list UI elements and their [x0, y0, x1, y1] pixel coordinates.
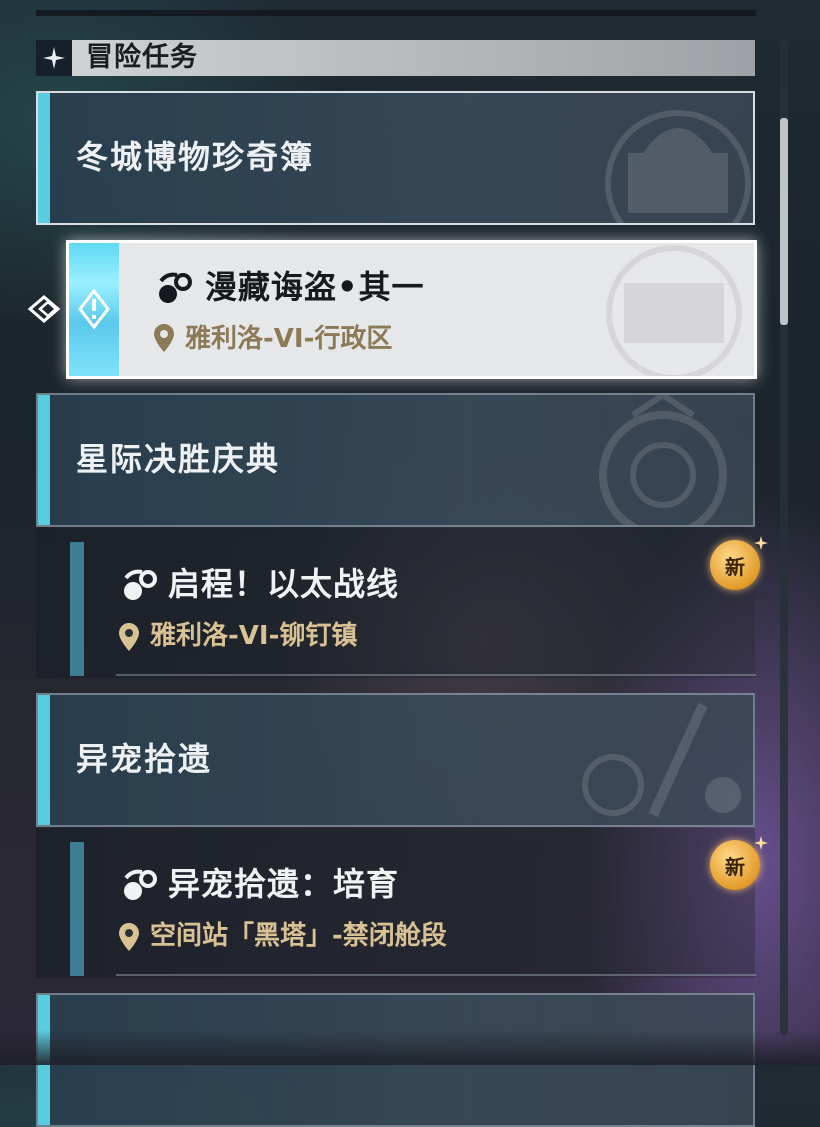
sparkle-icon [754, 836, 768, 850]
festival-emblem-icon [599, 395, 727, 525]
quest-item-selected[interactable]: 漫藏诲盗•其一 雅利洛-VI-行政区 [66, 240, 757, 379]
quest-item[interactable]: 启程！以太战线 雅利洛-VI-铆钉镇 新 [36, 528, 768, 678]
new-badge: 新 [710, 540, 760, 590]
quest-item[interactable]: 异宠拾遗：培育 空间站「黑塔」-禁闭舱段 新 [36, 828, 768, 978]
museum-emblem-icon [605, 110, 751, 223]
category-accent-bar [38, 395, 50, 525]
quest-location: 雅利洛-VI-行政区 [185, 324, 393, 354]
quest-status-strip [69, 243, 119, 376]
category-title: 冬城博物珍奇簿 [76, 138, 315, 176]
category-title: 星际决胜庆典 [76, 440, 281, 478]
location-pin-icon [154, 324, 174, 352]
category-title: 异宠拾遗 [76, 740, 213, 778]
sparkle-icon [754, 536, 768, 550]
adventure-quest-icon [124, 569, 157, 600]
quest-title: 异宠拾遗：培育 [168, 865, 400, 903]
quest-title: 漫藏诲盗•其一 [205, 268, 425, 306]
quest-underline [116, 674, 756, 676]
top-divider [36, 10, 756, 16]
quest-location: 雅利洛-VI-铆钉镇 [150, 621, 358, 651]
new-badge: 新 [710, 840, 760, 890]
quest-marker-icon [78, 288, 110, 330]
category-interstellar-festival[interactable]: 星际决胜庆典 [36, 393, 755, 527]
quest-accent-bar [70, 542, 84, 676]
location-pin-icon [119, 623, 139, 651]
quest-location: 空间站「黑塔」-禁闭舱段 [150, 921, 447, 951]
pet-emblem-icon [582, 702, 741, 818]
quest-title: 启程！以太战线 [168, 565, 400, 603]
adventure-quest-icon [159, 272, 192, 303]
quest-accent-bar [70, 842, 84, 976]
sparkle-icon [36, 40, 72, 76]
bottom-fade [0, 1030, 820, 1065]
category-accent-bar [38, 93, 50, 223]
selection-pointer-icon [27, 295, 61, 323]
scrollbar-thumb[interactable] [780, 118, 788, 325]
adventure-quest-icon [124, 869, 157, 900]
category-museum[interactable]: 冬城博物珍奇簿 [36, 91, 755, 225]
section-header: 冒险任务 [36, 40, 755, 76]
location-pin-icon [119, 923, 139, 951]
quest-underline [116, 974, 756, 976]
section-title: 冒险任务 [86, 42, 198, 73]
category-accent-bar [38, 695, 50, 825]
museum-emblem-icon [606, 245, 742, 376]
category-pet-finds[interactable]: 异宠拾遗 [36, 693, 755, 827]
